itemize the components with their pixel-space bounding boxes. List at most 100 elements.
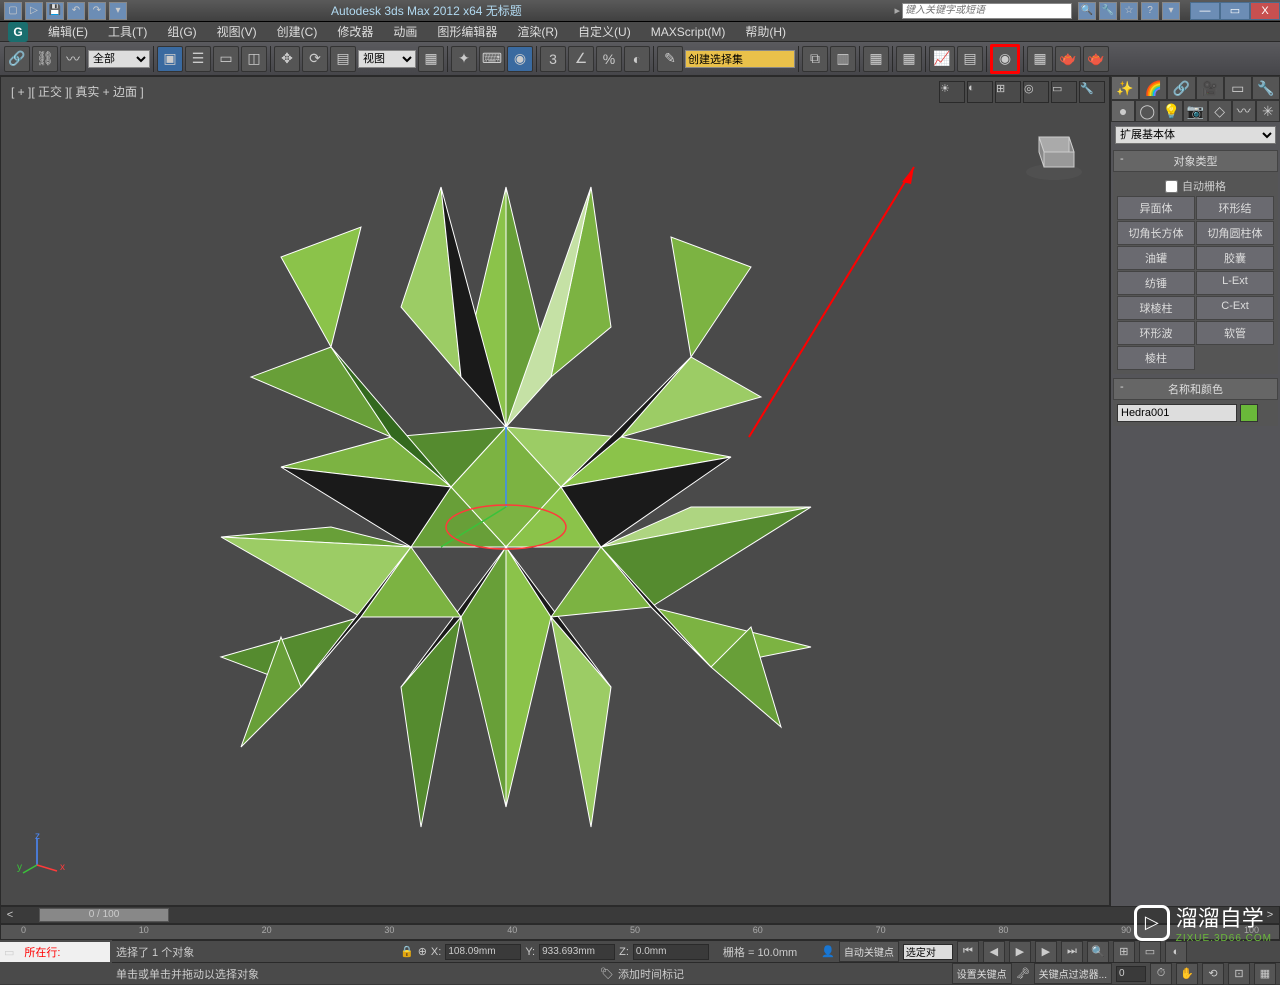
edit-named-sel-icon[interactable]: ✎ <box>657 46 683 72</box>
spinner-snap-icon[interactable]: ◐ <box>624 46 650 72</box>
object-color-swatch[interactable] <box>1240 404 1258 422</box>
save-icon[interactable]: 💾 <box>46 2 64 20</box>
dropdown-icon[interactable]: ▾ <box>109 2 127 20</box>
pivot-icon[interactable]: ▦ <box>418 46 444 72</box>
nav-orbit-icon[interactable]: ⟲ <box>1202 963 1224 985</box>
btn-chamfer-box[interactable]: 切角长方体 <box>1117 221 1195 245</box>
align-icon[interactable]: ▥ <box>830 46 856 72</box>
tab-modify[interactable]: 🌈 <box>1139 76 1167 100</box>
subtab-space[interactable]: 〰 <box>1232 100 1256 122</box>
play-icon[interactable]: ▶ <box>1009 941 1031 963</box>
viewport-label[interactable]: [ + ][ 正交 ][ 真实 + 边面 ] <box>11 83 144 100</box>
close-button[interactable]: X <box>1250 2 1280 20</box>
menu-customize[interactable]: 自定义(U) <box>568 21 641 42</box>
nav-extra-icon[interactable]: ▦ <box>1254 963 1276 985</box>
maxscript-mini-icon[interactable]: ▭ <box>0 946 18 959</box>
tab-utilities[interactable]: 🔧 <box>1252 76 1280 100</box>
btn-c-ext[interactable]: C-Ext <box>1196 296 1274 320</box>
undo-icon[interactable]: ↶ <box>67 2 85 20</box>
named-selection-set[interactable] <box>685 50 795 68</box>
autokey-button[interactable]: 自动关键点 <box>839 941 899 962</box>
vp-wire-icon[interactable]: ⊞ <box>995 81 1021 103</box>
rendered-frame-icon[interactable]: 🫖 <box>1055 46 1081 72</box>
search-input[interactable] <box>902 3 1072 19</box>
goto-start-icon[interactable]: ⏮ <box>957 941 979 963</box>
dropdown2-icon[interactable]: ▾ <box>1162 2 1180 20</box>
selection-filter[interactable]: 全部 <box>88 50 150 68</box>
vp-zoom-icon[interactable]: ▭ <box>1051 81 1077 103</box>
menu-group[interactable]: 组(G) <box>157 21 206 42</box>
app-icon[interactable]: G <box>8 22 28 42</box>
redo-icon[interactable]: ↷ <box>88 2 106 20</box>
x-input[interactable] <box>445 944 521 960</box>
binoculars-icon[interactable]: 🔍 <box>1078 2 1096 20</box>
rollout-header-object-type[interactable]: 对象类型 <box>1113 150 1278 172</box>
time-slider-track[interactable]: < 0 / 100 > <box>0 906 1280 924</box>
subtab-geometry[interactable]: ● <box>1111 100 1135 122</box>
tab-hierarchy[interactable]: 🔗 <box>1167 76 1195 100</box>
search-arrow-icon[interactable]: ▸ <box>894 4 900 17</box>
subtab-cameras[interactable]: 📷 <box>1183 100 1207 122</box>
rotate-icon[interactable]: ⟳ <box>302 46 328 72</box>
menu-modifiers[interactable]: 修改器 <box>327 21 383 42</box>
isolate-icon[interactable]: 👤 <box>821 945 835 958</box>
add-timetag-label[interactable]: 添加时间标记 <box>618 966 684 982</box>
vp-light-icon[interactable]: ☀ <box>939 81 965 103</box>
open-icon[interactable]: ▷ <box>25 2 43 20</box>
key-icon[interactable]: 🗝 <box>1016 967 1030 980</box>
btn-oiltank[interactable]: 油罐 <box>1117 246 1195 270</box>
render-setup-icon[interactable]: ▦ <box>1027 46 1053 72</box>
hedra-object[interactable] <box>131 127 881 877</box>
snap-toggle-icon[interactable]: ◉ <box>507 46 533 72</box>
mirror-icon[interactable]: ⧉ <box>802 46 828 72</box>
vp-config-icon[interactable]: 🔧 <box>1079 81 1105 103</box>
scale-icon[interactable]: ▤ <box>330 46 356 72</box>
curve-editor-icon[interactable]: 📈 <box>929 46 955 72</box>
tab-motion[interactable]: 🎥 <box>1196 76 1224 100</box>
percent-snap-icon[interactable]: % <box>596 46 622 72</box>
menu-edit[interactable]: 编辑(E) <box>38 21 98 42</box>
z-input[interactable] <box>633 944 709 960</box>
btn-chamfer-cyl[interactable]: 切角圆柱体 <box>1196 221 1274 245</box>
schematic-icon[interactable]: ▤ <box>957 46 983 72</box>
select-rect-icon[interactable]: ▭ <box>213 46 239 72</box>
btn-gengon[interactable]: 球棱柱 <box>1117 296 1195 320</box>
lock-icon[interactable]: 🔒 <box>400 945 414 958</box>
prev-frame-icon[interactable]: ◀ <box>983 941 1005 963</box>
vp-edged-icon[interactable]: ◎ <box>1023 81 1049 103</box>
manipulate-icon[interactable]: ✦ <box>451 46 477 72</box>
minimize-button[interactable]: — <box>1190 2 1220 20</box>
menu-views[interactable]: 视图(V) <box>207 21 267 42</box>
subtab-systems[interactable]: ✳ <box>1256 100 1280 122</box>
render-icon[interactable]: 🫖 <box>1083 46 1109 72</box>
angle-snap-icon[interactable]: ∠ <box>568 46 594 72</box>
menu-tools[interactable]: 工具(T) <box>98 21 157 42</box>
nav-zoom-all-icon[interactable]: ⊞ <box>1113 941 1135 963</box>
subtab-shapes[interactable]: ◯ <box>1135 100 1159 122</box>
viewcube[interactable] <box>1019 117 1089 187</box>
slider-prev-icon[interactable]: < <box>1 909 19 921</box>
create-category-dropdown[interactable]: 扩展基本体 <box>1115 126 1276 144</box>
select-name-icon[interactable]: ☰ <box>185 46 211 72</box>
bind-icon[interactable]: 〰 <box>60 46 86 72</box>
layer-icon[interactable]: ▦ <box>863 46 889 72</box>
rollout-header-name-color[interactable]: 名称和颜色 <box>1113 378 1278 400</box>
window-crossing-icon[interactable]: ◫ <box>241 46 267 72</box>
tab-display[interactable]: ▭ <box>1224 76 1252 100</box>
maximize-button[interactable]: ▭ <box>1220 2 1250 20</box>
nav-max-icon[interactable]: ⊡ <box>1228 963 1250 985</box>
autogrid-checkbox[interactable] <box>1165 180 1178 193</box>
y-input[interactable] <box>539 944 615 960</box>
selected-obj-input[interactable] <box>903 944 953 960</box>
current-frame-input[interactable] <box>1116 966 1146 982</box>
menu-rendering[interactable]: 渲染(R) <box>507 21 568 42</box>
link-icon[interactable]: 🔗 <box>4 46 30 72</box>
vp-shade-icon[interactable]: ◐ <box>967 81 993 103</box>
object-name-input[interactable] <box>1117 404 1237 422</box>
btn-hose[interactable]: 软管 <box>1196 321 1274 345</box>
btn-ringwave[interactable]: 环形波 <box>1117 321 1195 345</box>
goto-end-icon[interactable]: ⏭ <box>1061 941 1083 963</box>
keyfilter-button[interactable]: 关键点过滤器... <box>1034 963 1112 984</box>
setkey-button[interactable]: 设置关键点 <box>952 963 1012 984</box>
btn-capsule[interactable]: 胶囊 <box>1196 246 1274 270</box>
